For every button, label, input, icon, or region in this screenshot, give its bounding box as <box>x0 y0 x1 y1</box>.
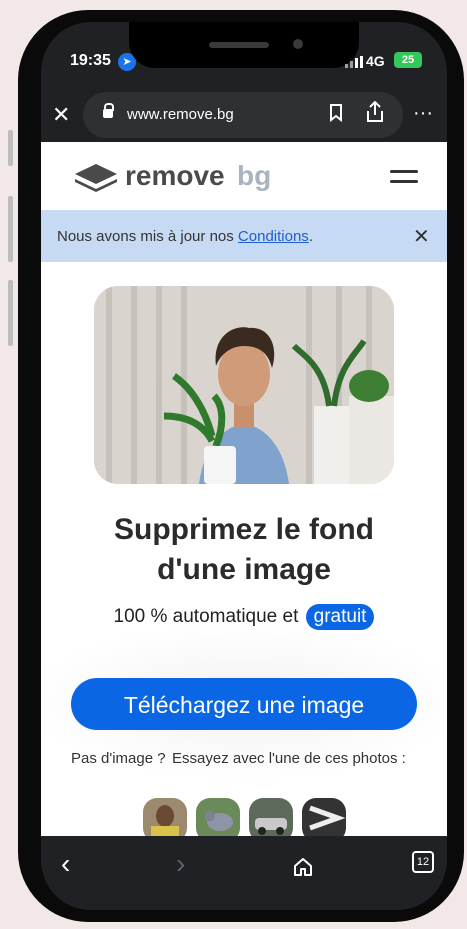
close-icon[interactable]: ✕ <box>52 102 70 128</box>
address-bar-row: ✕ www.remove.bg ··· <box>41 92 447 140</box>
side-button-top <box>8 130 13 166</box>
browser-toolbar: ‹ › 12 <box>41 836 447 910</box>
side-button-mid <box>8 196 13 262</box>
hamburger-icon[interactable] <box>390 170 418 190</box>
banner-text: Nous avons mis à jour nos Conditions. <box>57 228 313 245</box>
hero-image <box>94 286 394 484</box>
lock-icon <box>103 103 114 118</box>
camera <box>293 39 303 49</box>
tabs-icon[interactable]: 12 <box>412 851 434 873</box>
status-bar: 19:35 ➤ 4G 25 <box>41 22 447 92</box>
signal-icon <box>345 56 365 68</box>
share-icon[interactable] <box>366 100 384 129</box>
sample-photo-person[interactable] <box>143 798 187 836</box>
status-time: 19:35 <box>70 52 111 69</box>
notch <box>129 22 359 68</box>
no-image-label: Pas d'image ? <box>71 750 166 767</box>
speaker <box>209 42 269 48</box>
conditions-link[interactable]: Conditions <box>238 228 309 245</box>
more-icon[interactable]: ··· <box>413 102 433 125</box>
battery-icon: 25 <box>394 52 422 68</box>
update-banner: Nous avons mis à jour nos Conditions. ✕ <box>41 210 447 262</box>
sample-photo-car[interactable] <box>249 798 293 836</box>
web-page: remove bg Nous avons mis à jour nos Cond… <box>41 142 447 836</box>
free-badge: gratuit <box>305 604 375 630</box>
try-photos-label: Essayez avec l'une de ces photos : <box>172 750 406 767</box>
address-bar[interactable]: www.remove.bg <box>83 92 403 138</box>
upload-image-button[interactable]: Téléchargez une image <box>71 678 417 730</box>
phone-screen: 19:35 ➤ 4G 25 ✕ www.remove.bg ··· remove… <box>41 22 447 910</box>
home-icon[interactable] <box>293 852 313 884</box>
subheadline: 100 % automatique et gratuit <box>41 604 447 630</box>
logo-word-bg: bg <box>237 160 272 191</box>
page-headline: Supprimez le fond d'une image <box>113 513 374 586</box>
side-button-low <box>8 280 13 346</box>
back-icon[interactable]: ‹ <box>61 848 70 880</box>
banner-close-icon[interactable]: ✕ <box>413 224 430 249</box>
logo-word-remove: remove <box>125 160 225 191</box>
bookmark-icon[interactable] <box>329 104 343 127</box>
forward-icon[interactable]: › <box>176 848 185 880</box>
logo-icon <box>75 164 117 192</box>
url-text[interactable]: www.remove.bg <box>127 106 234 123</box>
sample-photo-bird[interactable] <box>196 798 240 836</box>
network-type: 4G <box>366 53 385 69</box>
sample-photo-object[interactable] <box>302 798 346 836</box>
